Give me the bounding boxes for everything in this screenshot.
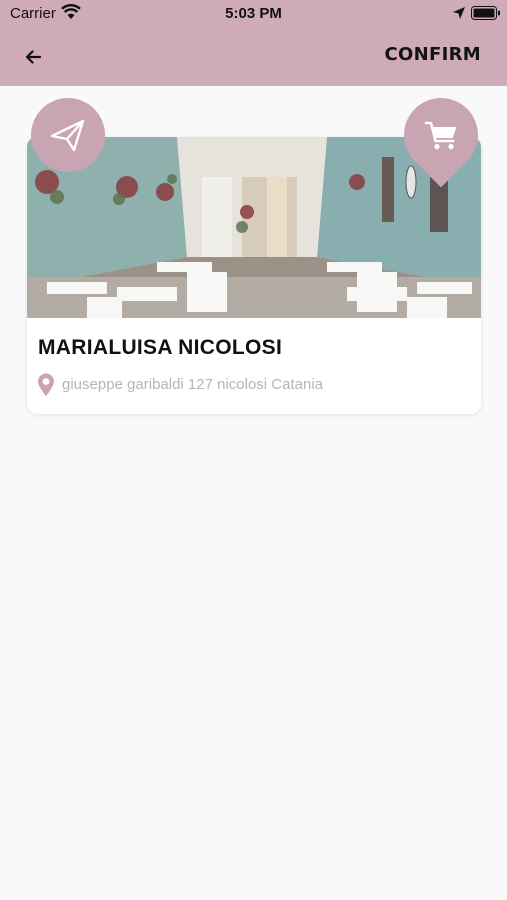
clock: 5:03 PM xyxy=(225,5,282,22)
location-arrow-icon xyxy=(453,7,465,19)
shop-photo xyxy=(27,137,481,318)
arrow-left-icon xyxy=(25,50,42,64)
map-pin-icon xyxy=(38,373,54,396)
battery-icon xyxy=(471,6,500,20)
navigation-bar: CONFIRM xyxy=(0,28,507,86)
shop-card[interactable]: MARIALUISA NICOLOSI giuseppe garibaldi 1… xyxy=(27,137,481,414)
paper-plane-icon xyxy=(50,119,85,152)
address-text: giuseppe garibaldi 127 nicolosi Catania xyxy=(62,376,324,393)
status-bar: Carrier 5:03 PM xyxy=(0,0,507,28)
back-button[interactable] xyxy=(18,43,50,71)
shop-name: MARIALUISA NICOLOSI xyxy=(38,336,283,359)
confirm-button[interactable]: CONFIRM xyxy=(385,44,481,65)
restaurant-interior-image xyxy=(27,137,481,318)
shopping-cart-icon xyxy=(424,121,457,150)
top-app-bar: Carrier 5:03 PM CONFIRM xyxy=(0,0,507,86)
send-button[interactable] xyxy=(31,98,105,172)
